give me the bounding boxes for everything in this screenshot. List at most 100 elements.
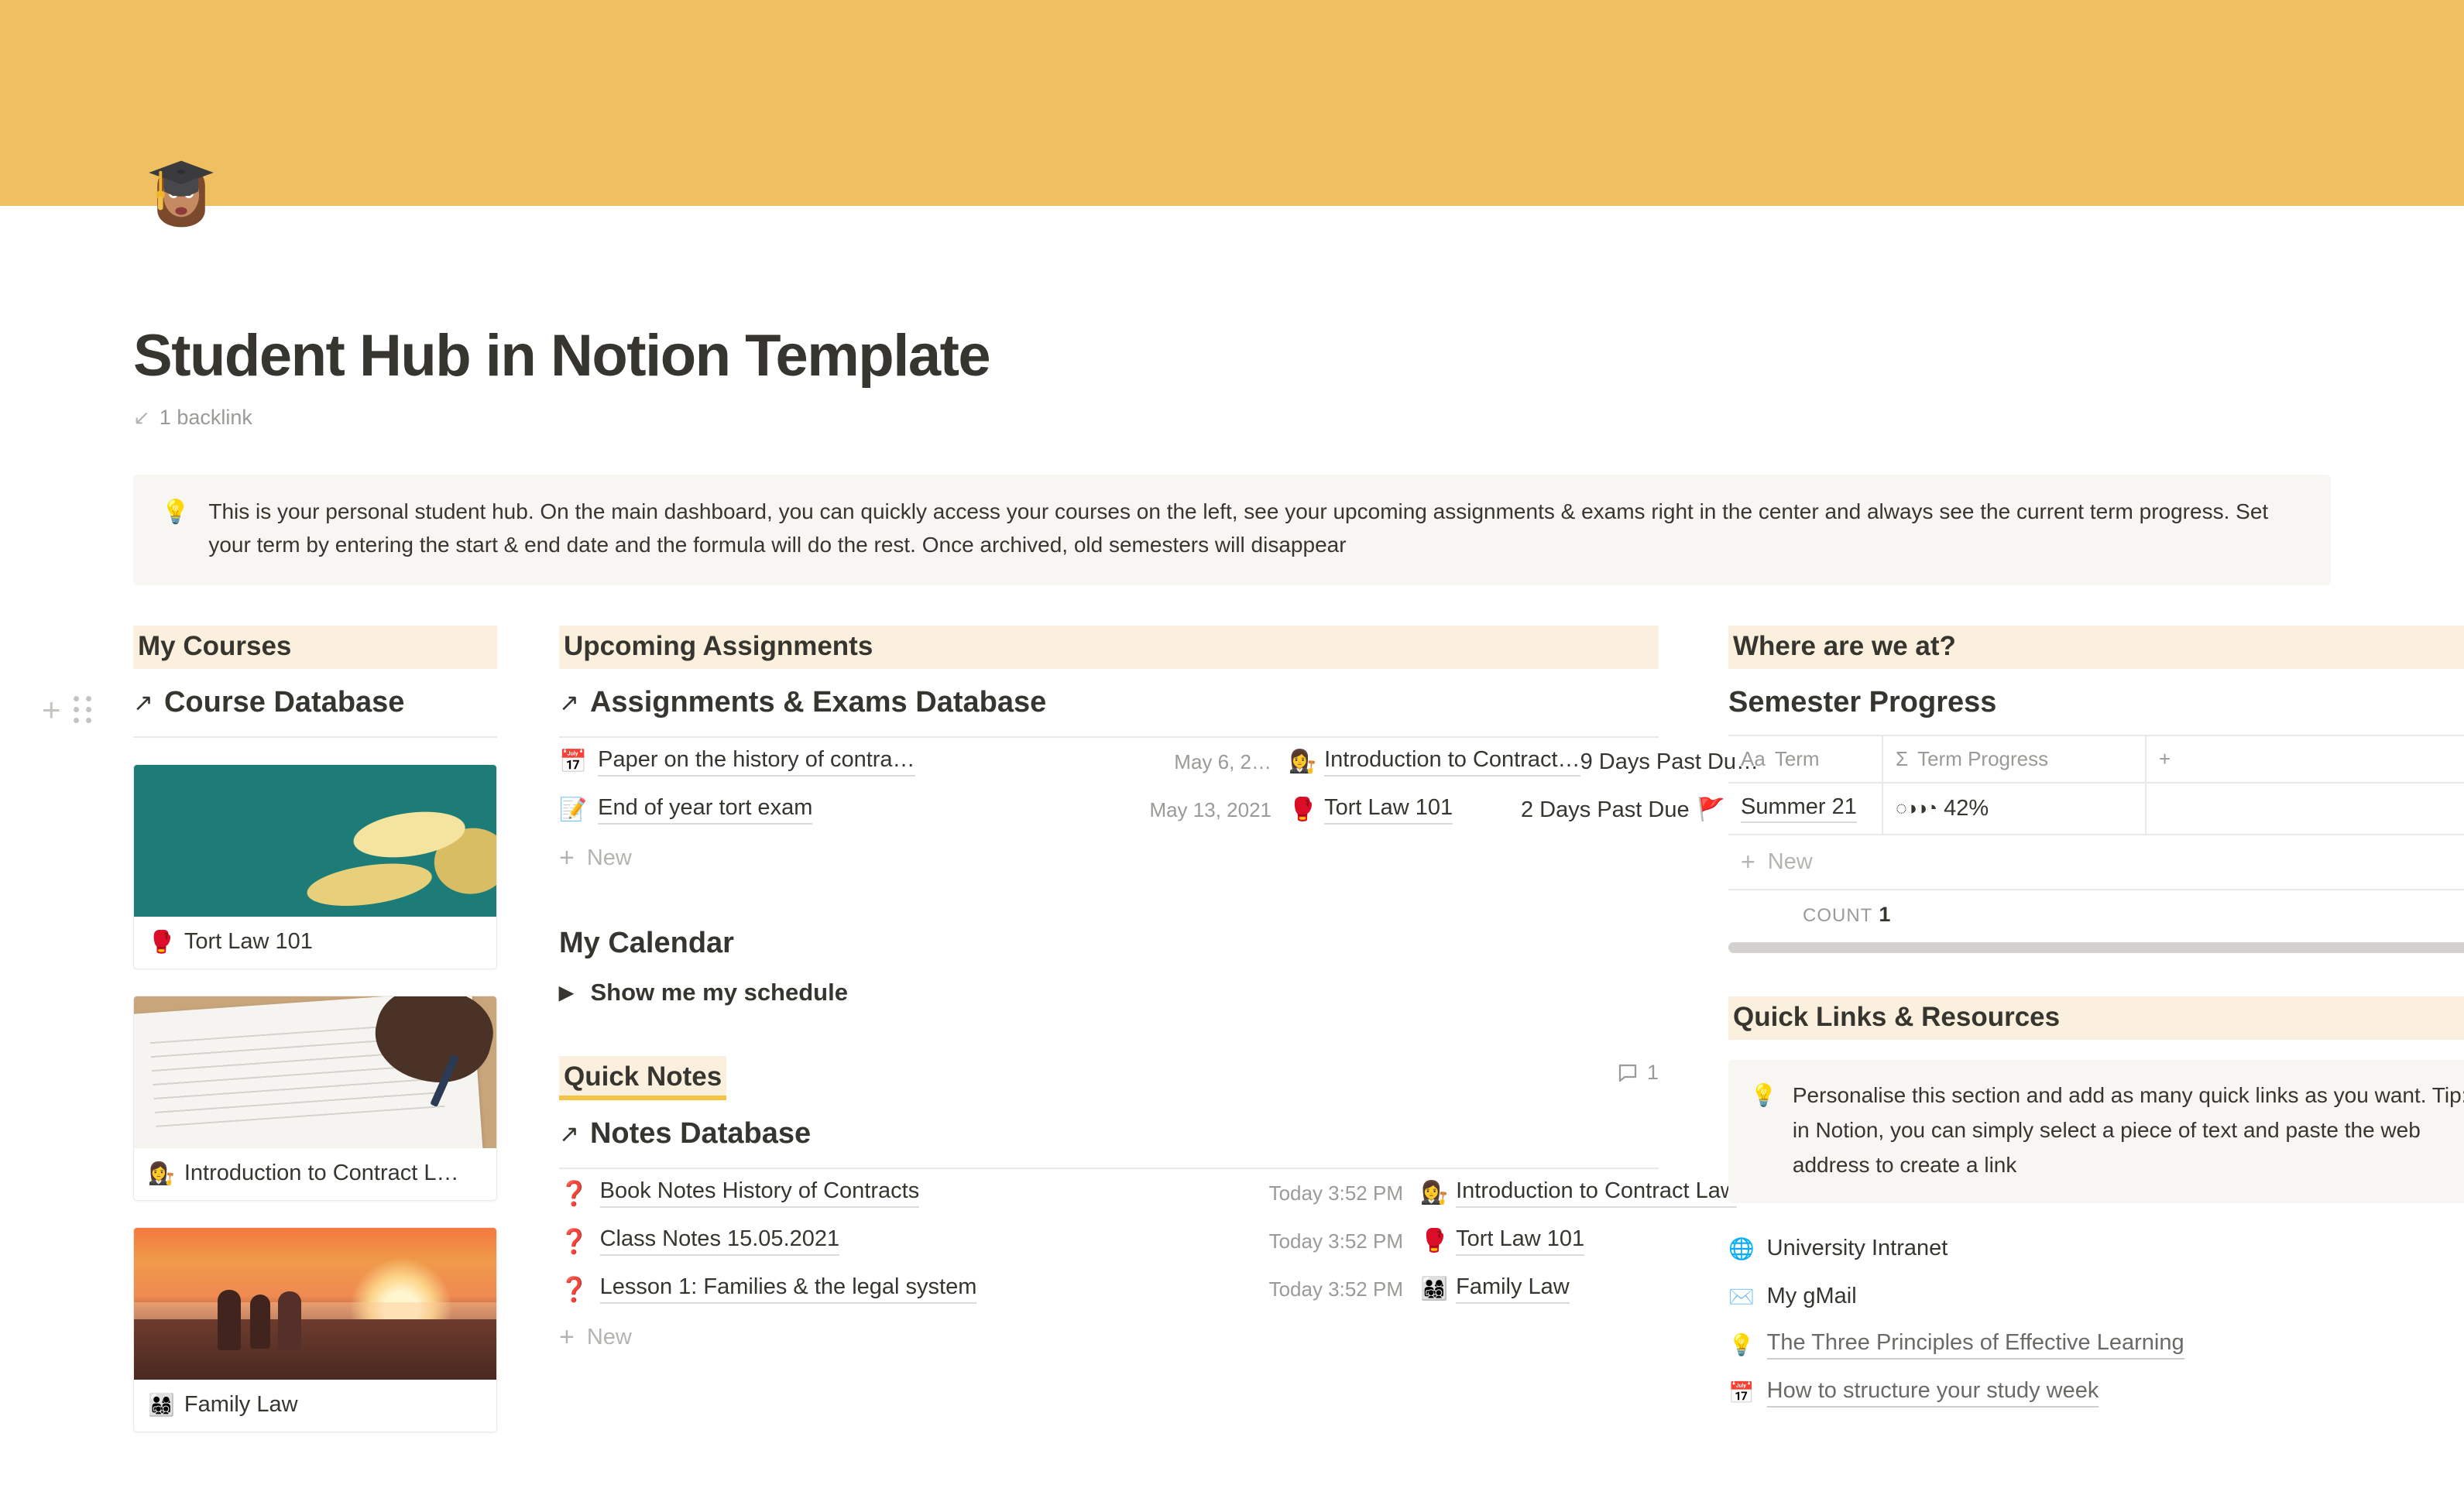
horizontal-scrollbar[interactable] — [1728, 942, 2464, 954]
schedule-toggle[interactable]: ▶ Show me my schedule — [559, 979, 1659, 1006]
assignment-title: Paper on the history of contra… — [598, 747, 915, 777]
page-cover[interactable] — [0, 0, 2464, 228]
note-timestamp: Today 3:52 PM — [1268, 1277, 1403, 1301]
drag-handle-icon[interactable] — [73, 696, 91, 724]
semester-progress-title[interactable]: Semester Progress — [1728, 686, 2464, 719]
quick-link-item[interactable]: ✉️ My gMail — [1728, 1273, 2464, 1321]
quick-link-item[interactable]: 💡 The Three Principles of Effective Lear… — [1728, 1321, 2464, 1369]
block-controls[interactable]: + — [42, 693, 91, 726]
course-card[interactable]: 👨‍👩‍👧‍👦 Family Law — [133, 1227, 497, 1433]
external-arrow-icon: ↗ — [559, 688, 579, 716]
quick-link-label: My gMail — [1766, 1284, 1857, 1309]
assignment-course-cell[interactable]: 👩‍⚖️ Introduction to Contract… — [1289, 747, 1580, 777]
plus-icon: + — [1741, 848, 1755, 876]
term-value: Summer 21 — [1741, 794, 1857, 824]
intro-callout: 💡 This is your personal student hub. On … — [133, 475, 2331, 585]
course-card[interactable]: 👩‍⚖️ Introduction to Contract L… — [133, 996, 497, 1202]
calendar-icon: 📅 — [1728, 1380, 1755, 1404]
note-title: Class Notes 15.05.2021 — [599, 1226, 840, 1257]
judge-icon: 👩‍⚖️ — [1289, 749, 1317, 775]
table-row[interactable]: ❓ Book Notes History of Contracts Today … — [559, 1169, 1737, 1217]
course-name: Tort Law 101 — [184, 929, 313, 955]
note-course-cell[interactable]: 👩‍⚖️ Introduction to Contract Law — [1420, 1178, 1737, 1209]
new-assignment-label: New — [586, 845, 632, 870]
divider — [133, 736, 497, 739]
note-course: Introduction to Contract Law — [1456, 1178, 1737, 1209]
formula-property-icon: Σ — [1896, 747, 1909, 771]
page-icon[interactable] — [133, 147, 229, 243]
add-column-button[interactable]: + — [2147, 736, 2464, 782]
column-header-term-progress[interactable]: Σ Term Progress — [1883, 736, 2147, 783]
chevron-right-icon: ▶ — [559, 982, 574, 1003]
assignment-title-cell[interactable]: 📝 End of year tort exam — [559, 795, 1039, 825]
column-header-term-label: Term — [1774, 747, 1820, 771]
course-thumbnail — [134, 996, 496, 1149]
table-row[interactable]: ❓ Lesson 1: Families & the legal system … — [559, 1265, 1659, 1313]
note-timestamp: Today 3:52 PM — [1268, 1181, 1403, 1205]
note-course-cell[interactable]: 🥊 Tort Law 101 — [1420, 1226, 1652, 1257]
note-title-cell[interactable]: ❓ Lesson 1: Families & the legal system — [559, 1274, 1148, 1305]
section-header-my-courses: My Courses — [133, 625, 497, 670]
cell-term[interactable]: Summer 21 — [1728, 784, 1883, 835]
note-title-cell[interactable]: ❓ Book Notes History of Contracts — [559, 1178, 1148, 1209]
assignment-course-cell[interactable]: 🥊 Tort Law 101 — [1289, 795, 1521, 825]
table-row[interactable]: Summer 21 ◌◑◑◔ 42% — [1728, 784, 2464, 836]
assignment-due-date: May 13, 2021 — [1149, 797, 1271, 821]
lightbulb-icon: 💡 — [1750, 1083, 1777, 1108]
assignment-due-date: May 6, 2… — [1174, 749, 1271, 773]
page-title: Student Hub in Notion Template — [133, 323, 991, 389]
course-thumbnail — [134, 765, 496, 917]
red-flag-icon: 🚩 — [1697, 797, 1725, 823]
backlink-label: 1 backlink — [159, 406, 252, 429]
comment-icon — [1618, 1064, 1637, 1082]
assignments-database-link[interactable]: ↗ Assignments & Exams Database — [559, 686, 1659, 719]
comment-badge[interactable]: 1 — [1616, 1056, 1659, 1085]
course-database-link[interactable]: ↗ Course Database — [133, 686, 497, 719]
progress-percent: 42% — [1944, 796, 1989, 821]
add-block-icon[interactable]: + — [42, 693, 61, 726]
quick-link-label: The Three Principles of Effective Learni… — [1766, 1330, 2184, 1360]
new-note-button[interactable]: + New — [559, 1313, 1659, 1361]
assignment-status-text: 2 Days Past Due — [1521, 797, 1690, 822]
table-row[interactable]: 📅 Paper on the history of contra… May 6,… — [559, 738, 1759, 786]
table-count-footer[interactable]: COUNT 1 — [1728, 890, 2464, 939]
backlink[interactable]: ↙ 1 backlink — [133, 406, 2331, 430]
plus-icon: + — [559, 1322, 575, 1352]
assignment-course: Tort Law 101 — [1324, 795, 1453, 825]
note-timestamp: Today 3:52 PM — [1268, 1229, 1403, 1253]
notes-database-label: Notes Database — [589, 1117, 812, 1151]
note-title: Book Notes History of Contracts — [599, 1178, 920, 1209]
course-card-label: 🥊 Tort Law 101 — [134, 917, 496, 969]
note-course: Family Law — [1456, 1274, 1570, 1305]
note-title-cell[interactable]: ❓ Class Notes 15.05.2021 — [559, 1226, 1148, 1257]
column-header-term[interactable]: Aa Term — [1728, 736, 1883, 783]
quick-links-callout: 💡 Personalise this section and add as ma… — [1728, 1060, 2464, 1203]
note-course-cell[interactable]: 👨‍👩‍👧‍👦 Family Law — [1420, 1274, 1652, 1305]
family-icon: 👨‍👩‍👧‍👦 — [1420, 1277, 1449, 1302]
envelope-icon: ✉️ — [1728, 1284, 1755, 1308]
assignment-title-cell[interactable]: 📅 Paper on the history of contra… — [559, 747, 1039, 777]
boxing-glove-icon: 🥊 — [148, 930, 175, 955]
plus-icon: + — [2159, 747, 2171, 771]
table-row[interactable]: ❓ Class Notes 15.05.2021 Today 3:52 PM 🥊… — [559, 1217, 1659, 1265]
family-icon: 👨‍👩‍👧‍👦 — [148, 1393, 175, 1418]
new-assignment-button[interactable]: + New — [559, 834, 1659, 882]
schedule-toggle-label: Show me my schedule — [590, 979, 848, 1006]
external-arrow-icon: ↗ — [133, 688, 153, 716]
section-header-quick-notes: Quick Notes — [559, 1056, 727, 1101]
notes-database-link[interactable]: ↗ Notes Database — [559, 1117, 1659, 1151]
cell-term-progress: ◌◑◑◔ 42% — [1883, 784, 2147, 835]
boxing-glove-icon: 🥊 — [1420, 1229, 1449, 1254]
table-row[interactable]: 📝 End of year tort exam May 13, 2021 🥊 T… — [559, 786, 1725, 834]
quick-link-item[interactable]: 🌐 University Intranet — [1728, 1225, 2464, 1273]
course-card[interactable]: 🥊 Tort Law 101 — [133, 764, 497, 970]
intro-callout-text: This is your personal student hub. On th… — [208, 499, 2269, 557]
quick-links-list: 🌐 University Intranet ✉️ My gMail 💡 The … — [1728, 1225, 2464, 1417]
new-term-button[interactable]: + New — [1728, 835, 2464, 891]
question-mark-icon: ❓ — [559, 1275, 589, 1303]
progress-bar-glyphs: ◌◑◑◔ — [1896, 797, 1937, 820]
question-mark-icon: ❓ — [559, 1227, 589, 1255]
quick-link-item[interactable]: 📅 How to structure your study week — [1728, 1369, 2464, 1417]
lightbulb-icon: 💡 — [1728, 1332, 1755, 1356]
column-upcoming-assignments: Upcoming Assignments ↗ Assignments & Exa… — [559, 625, 1759, 1362]
